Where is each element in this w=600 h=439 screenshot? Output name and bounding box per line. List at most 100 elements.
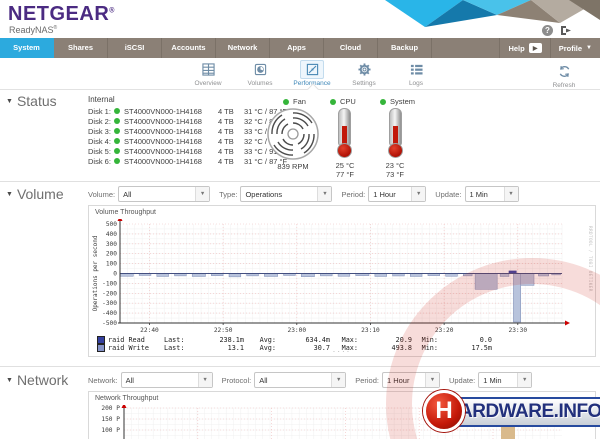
volume-section-title: Volume [16, 186, 64, 202]
chevron-down-icon: ▼ [517, 373, 532, 387]
select-update[interactable]: 1 Min ▼ [464, 186, 519, 202]
system-status-dot [380, 98, 386, 105]
network-chart-title: Network Throughput [95, 395, 159, 402]
readynas-admin-page: NETGEAR® ReadyNAS® ? System Shares iSCSI Ac… [0, 0, 600, 439]
subnav-label: Settings [352, 80, 376, 87]
help-icon[interactable]: ? [542, 25, 553, 36]
tab-shares[interactable]: Shares [54, 38, 108, 58]
select-type[interactable]: Operations ▼ [240, 186, 333, 202]
fan-status-dot [283, 98, 289, 105]
svg-text:23:20: 23:20 [435, 327, 454, 334]
tab-accounts[interactable]: Accounts [162, 38, 216, 58]
network-section-title: Network [16, 372, 69, 388]
tab-help[interactable]: Help ▶ [499, 38, 549, 58]
disk-row: Disk 2: ST4000VN000-1H4168 4 TB 32 °C / 89 … [88, 116, 287, 126]
disk-label: Disk 3: [88, 126, 111, 136]
system-thermometer-icon [388, 108, 403, 158]
logout-icon[interactable] [560, 25, 572, 36]
chevron-down-icon: ▼ [197, 373, 212, 387]
network-throughput-chart: 200 P150 P100 PPackets per second [101, 405, 562, 439]
control-label: Update: [435, 189, 462, 199]
system-temp-c: 23 °C [385, 161, 405, 170]
disk-size: 4 TB [218, 156, 234, 166]
svg-text:22:50: 22:50 [214, 327, 233, 334]
header: NETGEAR® ReadyNAS® ? [0, 0, 600, 38]
network-section-header[interactable]: ▼ Network [6, 372, 68, 388]
tab-profile[interactable]: Profile ▼ [549, 38, 600, 58]
subnav-logs[interactable]: Logs [390, 60, 442, 87]
select-period[interactable]: 1 Hour ▼ [381, 372, 440, 388]
subnav-volumes[interactable]: Volumes [234, 60, 286, 87]
logs-list-icon [404, 60, 428, 79]
chevron-down-icon: ▼ [586, 45, 592, 51]
control-label: Period: [341, 189, 366, 199]
select-volume[interactable]: All ▼ [118, 186, 211, 202]
svg-text:23:30: 23:30 [508, 327, 527, 334]
svg-text:200 P: 200 P [101, 405, 120, 412]
section-divider [0, 366, 600, 367]
volume-chart-legend: raid Read Last: 238.1m Avg: 634.4m Max: 20.9 Mi… [97, 336, 492, 352]
disk-label: Disk 1: [88, 106, 111, 116]
chevron-down-icon: ▼ [317, 187, 332, 201]
panel-resize-grip[interactable]: ···· [333, 348, 352, 356]
select-period[interactable]: 1 Hour ▼ [368, 186, 427, 202]
select-protocol[interactable]: All ▼ [254, 372, 347, 388]
disk-status-dot [114, 108, 120, 114]
control-label: Period: [355, 375, 379, 385]
volume-section-header[interactable]: ▼ Volume [6, 186, 64, 202]
refresh-label: Refresh [552, 82, 576, 89]
refresh-icon [552, 62, 576, 81]
tab-apps[interactable]: Apps [270, 38, 324, 58]
legend-series-name: raid Write [108, 344, 149, 352]
svg-text:23:10: 23:10 [361, 327, 380, 334]
cpu-label: CPU [340, 97, 356, 106]
subnav-label: Overview [194, 80, 222, 87]
control-update: Update: 1 Min ▼ [435, 186, 519, 202]
legend-swatch [97, 336, 105, 344]
status-section-header[interactable]: ▼ Status [6, 93, 57, 109]
subnav-settings[interactable]: Settings [338, 60, 390, 87]
disk-status-dot [114, 128, 120, 134]
cpu-status: CPU [330, 97, 356, 106]
chevron-down-icon: ▼ [503, 187, 518, 201]
subnav-label: Logs [408, 80, 424, 87]
performance-subnav: Overview Volumes Settings Logs Refresh [0, 58, 600, 90]
svg-text:150 P: 150 P [101, 416, 120, 423]
svg-text:300: 300 [106, 241, 117, 248]
tab-iscsi[interactable]: iSCSI [108, 38, 162, 58]
volume-throughput-chart: 500 400 300 200 100 0 -100 -200 -300 -400 -500 22:4… [92, 219, 593, 334]
control-network: Network: All ▼ [88, 372, 213, 388]
refresh-button[interactable]: Refresh [538, 62, 590, 89]
control-type: Type: Operations ▼ [219, 186, 333, 202]
tab-network[interactable]: Network [216, 38, 270, 58]
control-update: Update: 1 Min ▼ [449, 372, 533, 388]
play-video-icon[interactable]: ▶ [528, 43, 542, 53]
readynas-logo: ReadyNAS® [9, 25, 58, 35]
disk-status-dot [114, 158, 120, 164]
control-label: Volume: [88, 189, 116, 199]
svg-text:0: 0 [113, 271, 117, 278]
svg-text:100 P: 100 P [101, 427, 120, 434]
disk-size: 4 TB [218, 136, 234, 146]
cpu-temp-f: 77 °F [335, 170, 354, 179]
fan-icon [267, 108, 319, 160]
disk-status-dot [114, 148, 120, 154]
cpu-temp-c: 25 °C [335, 161, 355, 170]
main-tab-bar: System Shares iSCSI Accounts Network Apps Clou… [0, 38, 600, 58]
volume-chart-title: Volume Throughput [95, 209, 156, 216]
svg-text:400: 400 [106, 231, 117, 238]
svg-text:-200: -200 [102, 290, 117, 297]
select-update[interactable]: 1 Min ▼ [478, 372, 533, 388]
select-network[interactable]: All ▼ [120, 372, 213, 388]
subnav-overview[interactable]: Overview [182, 60, 234, 87]
svg-text:500: 500 [106, 221, 117, 228]
disk-model: ST4000VN000-1H4168 [124, 156, 202, 166]
svg-text:22:40: 22:40 [140, 327, 159, 334]
tab-system[interactable]: System [0, 38, 54, 58]
tab-backup[interactable]: Backup [378, 38, 432, 58]
svg-text:23:00: 23:00 [287, 327, 306, 334]
cpu-thermometer-icon [337, 108, 352, 158]
tab-cloud[interactable]: Cloud [324, 38, 378, 58]
tab-spacer [432, 38, 499, 58]
svg-text:100: 100 [106, 261, 117, 268]
